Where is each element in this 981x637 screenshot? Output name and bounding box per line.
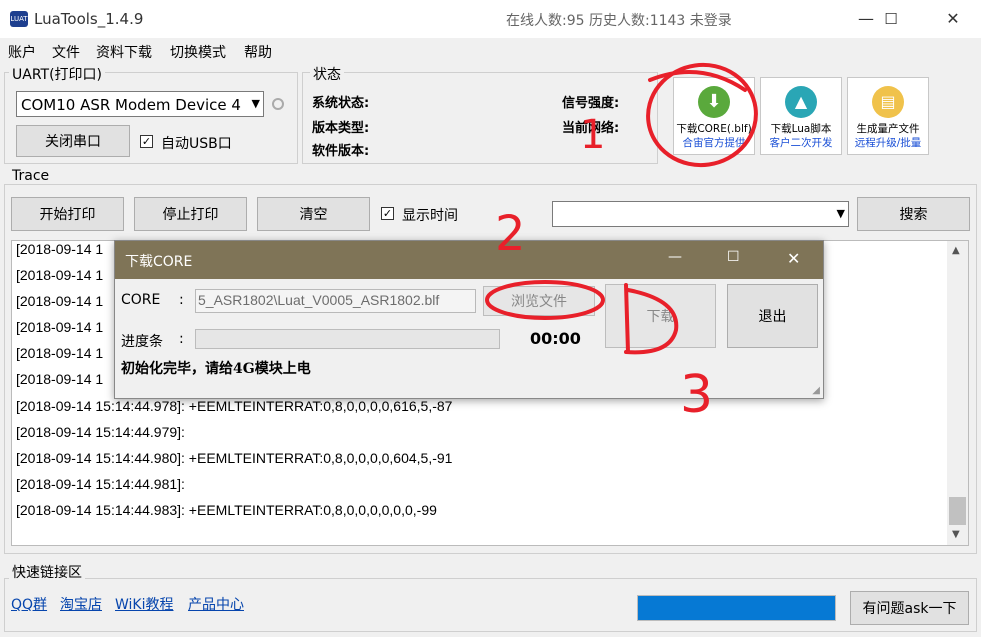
menu-downloads[interactable]: 资料下载	[96, 42, 152, 62]
download-button[interactable]: 下载	[605, 284, 716, 348]
menu-file[interactable]: 文件	[52, 42, 80, 62]
core-label: CORE	[121, 292, 161, 308]
scroll-down-icon[interactable]: ▼	[952, 529, 960, 540]
log-line: [2018-09-14 15:14:44.983]: +EEMLTEINTERR…	[16, 502, 437, 518]
refresh-icon[interactable]	[272, 98, 284, 110]
lua-script-icon: ▲	[785, 86, 817, 118]
current-network-label: 当前网络:	[562, 121, 620, 136]
document-icon: ▤	[872, 86, 904, 118]
search-button[interactable]: 搜索	[857, 197, 970, 231]
maximize-button[interactable]: ☐	[868, 4, 914, 34]
start-print-button[interactable]: 开始打印	[11, 197, 124, 231]
window-title: LuaTools_1.4.9	[34, 10, 144, 28]
chevron-down-icon: ▼	[251, 97, 260, 110]
download-core-button[interactable]: ⬇ 下载CORE(.blf) 合宙官方提供	[673, 77, 755, 155]
download-lua-button[interactable]: ▲ 下载Lua脚本 客户二次开发	[760, 77, 842, 155]
elapsed-time: 00:00	[530, 329, 581, 348]
log-line: [2018-09-14 15:14:44.979]:	[16, 424, 185, 440]
progress-label: 进度条	[121, 334, 163, 350]
log-line: [2018-09-14 1	[16, 267, 104, 283]
wiki-link[interactable]: WiKi教程	[115, 594, 174, 614]
menu-help[interactable]: 帮助	[244, 42, 272, 62]
title-bar	[0, 0, 981, 38]
log-line: [2018-09-14 15:14:44.978]: +EEMLTEINTERR…	[16, 398, 453, 414]
trace-group-label: Trace	[9, 168, 53, 184]
generate-production-title: 生成量产文件	[856, 123, 920, 135]
dialog-title: 下载CORE	[125, 254, 193, 270]
close-port-button[interactable]: 关闭串口	[16, 125, 130, 157]
uart-group-label: UART(打印口)	[9, 64, 106, 84]
browse-file-button[interactable]: 浏览文件	[483, 286, 595, 316]
software-version-label: 软件版本:	[312, 144, 370, 159]
scrollbar-thumb[interactable]	[949, 497, 966, 525]
menu-switch-mode[interactable]: 切换模式	[170, 42, 226, 62]
port-select-value: COM10 ASR Modem Device 4	[21, 96, 241, 114]
status-progress-fill	[638, 596, 835, 620]
search-select[interactable]: ▼	[552, 201, 849, 227]
dialog-message: 初始化完毕，请给4G模块上电	[121, 361, 311, 377]
chevron-down-icon: ▼	[836, 207, 845, 220]
dialog-maximize-button[interactable]: ☐	[727, 249, 740, 265]
show-time-label: 显示时间	[402, 208, 458, 224]
download-core-sub: 合宙官方提供	[682, 137, 746, 149]
download-core-dialog: 下载CORE — ☐ ✕ CORE : 5_ASR1802\Luat_V0005…	[114, 240, 824, 399]
close-button[interactable]: ✕	[930, 4, 976, 34]
port-select[interactable]: COM10 ASR Modem Device 4 ▼	[16, 91, 264, 117]
resize-grip-icon[interactable]: ◢	[812, 385, 820, 396]
show-time-checkbox[interactable]: ✓	[381, 207, 394, 220]
log-line: [2018-09-14 1	[16, 345, 104, 361]
app-logo-icon: LUAT	[10, 11, 28, 27]
signal-strength-label: 信号强度:	[562, 96, 620, 111]
dialog-minimize-button[interactable]: —	[668, 249, 682, 265]
dialog-close-button[interactable]: ✕	[787, 249, 800, 268]
download-lua-title: 下载Lua脚本	[770, 123, 832, 135]
generate-production-button[interactable]: ▤ 生成量产文件 远程升级/批量	[847, 77, 929, 155]
menu-account[interactable]: 账户	[8, 42, 36, 62]
core-colon: :	[179, 292, 184, 308]
status-group-label: 状态	[310, 64, 344, 84]
core-path-field[interactable]: 5_ASR1802\Luat_V0005_ASR1802.blf	[195, 289, 476, 313]
clear-button[interactable]: 清空	[257, 197, 370, 231]
download-arrow-icon: ⬇	[698, 86, 730, 118]
taobao-link[interactable]: 淘宝店	[60, 594, 102, 614]
status-progress-bar	[637, 595, 836, 621]
download-lua-sub: 客户二次开发	[769, 137, 833, 149]
log-line: [2018-09-14 15:14:44.981]:	[16, 476, 185, 492]
log-scrollbar[interactable]: ▲ ▼	[947, 241, 968, 545]
log-line: [2018-09-14 1	[16, 293, 104, 309]
log-line: [2018-09-14 15:14:44.980]: +EEMLTEINTERR…	[16, 450, 453, 466]
download-progress-bar	[195, 329, 500, 349]
online-status: 在线人数:95 历史人数:1143 未登录	[506, 13, 732, 29]
scroll-up-icon[interactable]: ▲	[952, 245, 960, 256]
progress-colon: :	[179, 331, 184, 347]
version-type-label: 版本类型:	[312, 121, 370, 136]
ask-button[interactable]: 有问题ask一下	[850, 591, 969, 625]
exit-button[interactable]: 退出	[727, 284, 818, 348]
stop-print-button[interactable]: 停止打印	[134, 197, 247, 231]
product-center-link[interactable]: 产品中心	[188, 594, 244, 614]
download-core-title: 下载CORE(.blf)	[676, 123, 752, 135]
system-status-label: 系统状态:	[312, 96, 370, 111]
qq-group-link[interactable]: QQ群	[11, 594, 47, 614]
log-line: [2018-09-14 1	[16, 241, 104, 257]
log-line: [2018-09-14 1	[16, 319, 104, 335]
dialog-title-bar: 下载CORE — ☐ ✕	[115, 241, 823, 279]
auto-usb-label: 自动USB口	[161, 136, 232, 152]
quicklinks-group-label: 快速链接区	[9, 562, 85, 582]
auto-usb-checkbox[interactable]: ✓	[140, 135, 153, 148]
log-line: [2018-09-14 1	[16, 371, 104, 387]
generate-production-sub: 远程升级/批量	[854, 137, 922, 149]
